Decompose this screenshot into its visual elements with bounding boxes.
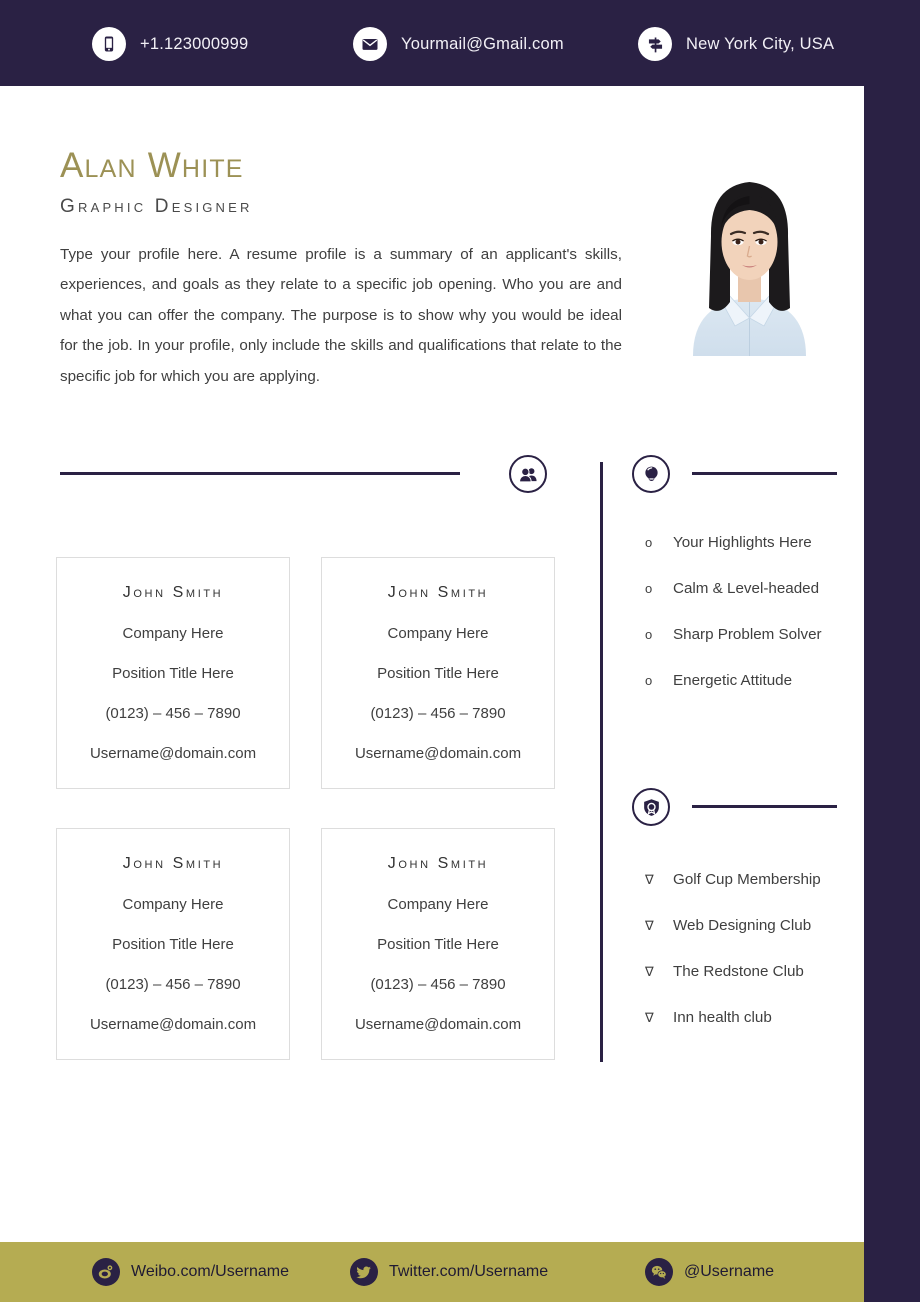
membership-label: Web Designing Club bbox=[673, 917, 812, 934]
reference-phone: (0123) – 456 – 7890 bbox=[370, 705, 506, 722]
reference-position: Position Title Here bbox=[112, 665, 234, 682]
reference-card: John Smith Company Here Position Title H… bbox=[321, 828, 555, 1060]
reference-phone: (0123) – 456 – 7890 bbox=[105, 705, 241, 722]
top-contact-bar: +1.123000999 Yourmail@Gmail.com New York… bbox=[0, 0, 920, 86]
memberships-list: ∇ Golf Cup Membership ∇ Web Designing Cl… bbox=[645, 871, 855, 1055]
reference-email: Username@domain.com bbox=[354, 745, 522, 762]
references-divider-line bbox=[60, 472, 460, 475]
list-item: ∇ Golf Cup Membership bbox=[645, 871, 855, 888]
circle-bullet-icon: o bbox=[645, 627, 653, 642]
triangle-bullet-icon: ∇ bbox=[645, 918, 654, 933]
contact-email-text: Yourmail@Gmail.com bbox=[401, 34, 564, 53]
reference-name: John Smith bbox=[122, 584, 224, 601]
twitter-icon bbox=[350, 1258, 378, 1286]
social-link-weibo[interactable]: Weibo.com/Username bbox=[92, 1258, 289, 1286]
reference-email: Username@domain.com bbox=[354, 1016, 522, 1033]
membership-label: The Redstone Club bbox=[673, 963, 804, 980]
reference-position: Position Title Here bbox=[377, 665, 499, 682]
circle-bullet-icon: o bbox=[645, 673, 653, 688]
reference-email: Username@domain.com bbox=[89, 745, 257, 762]
list-item: o Calm & Level-headed bbox=[645, 580, 855, 597]
contact-item-location[interactable]: New York City, USA bbox=[638, 27, 834, 61]
triangle-bullet-icon: ∇ bbox=[645, 964, 654, 979]
social-twitter-text: Twitter.com/Username bbox=[389, 1263, 549, 1280]
circle-bullet-icon: o bbox=[645, 535, 653, 550]
list-item: o Sharp Problem Solver bbox=[645, 626, 855, 643]
weibo-icon bbox=[92, 1258, 120, 1286]
list-item: o Energetic Attitude bbox=[645, 672, 855, 689]
reference-name: John Smith bbox=[122, 855, 224, 872]
resume-page: Alan White Graphic Designer Type your pr… bbox=[0, 86, 864, 1242]
circle-bullet-icon: o bbox=[645, 581, 653, 596]
reference-card: John Smith Company Here Position Title H… bbox=[56, 828, 290, 1060]
contact-phone-text: +1.123000999 bbox=[140, 34, 249, 53]
membership-label: Inn health club bbox=[673, 1009, 772, 1026]
list-item: ∇ Web Designing Club bbox=[645, 917, 855, 934]
page-title: Alan White bbox=[60, 146, 244, 185]
shield-award-icon bbox=[632, 788, 670, 826]
reference-company: Company Here bbox=[387, 625, 489, 642]
highlights-divider-line bbox=[692, 472, 837, 475]
social-link-twitter[interactable]: Twitter.com/Username bbox=[350, 1258, 548, 1286]
list-item: ∇ Inn health club bbox=[645, 1009, 855, 1026]
reference-phone: (0123) – 456 – 7890 bbox=[105, 976, 241, 993]
reference-company: Company Here bbox=[387, 896, 489, 913]
contact-item-email[interactable]: Yourmail@Gmail.com bbox=[353, 27, 564, 61]
identity-block: Alan White Graphic Designer Type your pr… bbox=[60, 148, 630, 392]
avatar bbox=[683, 166, 816, 356]
job-title: Graphic Designer bbox=[60, 196, 253, 217]
contact-item-phone[interactable]: +1.123000999 bbox=[92, 27, 248, 61]
reference-company: Company Here bbox=[122, 625, 224, 642]
reference-phone: (0123) – 456 – 7890 bbox=[370, 976, 506, 993]
highlights-list: o Your Highlights Here o Calm & Level-he… bbox=[645, 534, 855, 718]
two-people-icon bbox=[509, 455, 547, 493]
reference-name: John Smith bbox=[387, 584, 489, 601]
highlight-label: Energetic Attitude bbox=[673, 672, 793, 689]
memberships-divider-line bbox=[692, 805, 837, 808]
social-weibo-text: Weibo.com/Username bbox=[131, 1263, 289, 1280]
social-wechat-text: @Username bbox=[684, 1263, 775, 1280]
wechat-icon bbox=[645, 1258, 673, 1286]
list-item: ∇ The Redstone Club bbox=[645, 963, 855, 980]
highlight-label: Sharp Problem Solver bbox=[673, 626, 822, 643]
column-divider bbox=[600, 462, 603, 1062]
triangle-bullet-icon: ∇ bbox=[645, 1010, 654, 1025]
reference-company: Company Here bbox=[122, 896, 224, 913]
contact-location-text: New York City, USA bbox=[686, 34, 835, 53]
envelope-icon bbox=[353, 27, 387, 61]
reference-card: John Smith Company Here Position Title H… bbox=[56, 557, 290, 789]
footer-social-bar: Weibo.com/Username Twitter.com/Username … bbox=[0, 1242, 864, 1302]
list-item: o Your Highlights Here bbox=[645, 534, 855, 551]
mobile-phone-icon bbox=[92, 27, 126, 61]
reference-email: Username@domain.com bbox=[89, 1016, 257, 1033]
signpost-icon bbox=[638, 27, 672, 61]
reference-position: Position Title Here bbox=[112, 936, 234, 953]
reference-position: Position Title Here bbox=[377, 936, 499, 953]
lightbulb-icon bbox=[632, 455, 670, 493]
highlight-label: Your Highlights Here bbox=[673, 534, 812, 551]
social-link-wechat[interactable]: @Username bbox=[645, 1258, 774, 1286]
triangle-bullet-icon: ∇ bbox=[645, 872, 654, 887]
highlight-label: Calm & Level-headed bbox=[673, 580, 820, 597]
reference-card: John Smith Company Here Position Title H… bbox=[321, 557, 555, 789]
reference-name: John Smith bbox=[387, 855, 489, 872]
profile-summary: Type your profile here. A resume profile… bbox=[60, 246, 622, 385]
membership-label: Golf Cup Membership bbox=[673, 871, 821, 888]
